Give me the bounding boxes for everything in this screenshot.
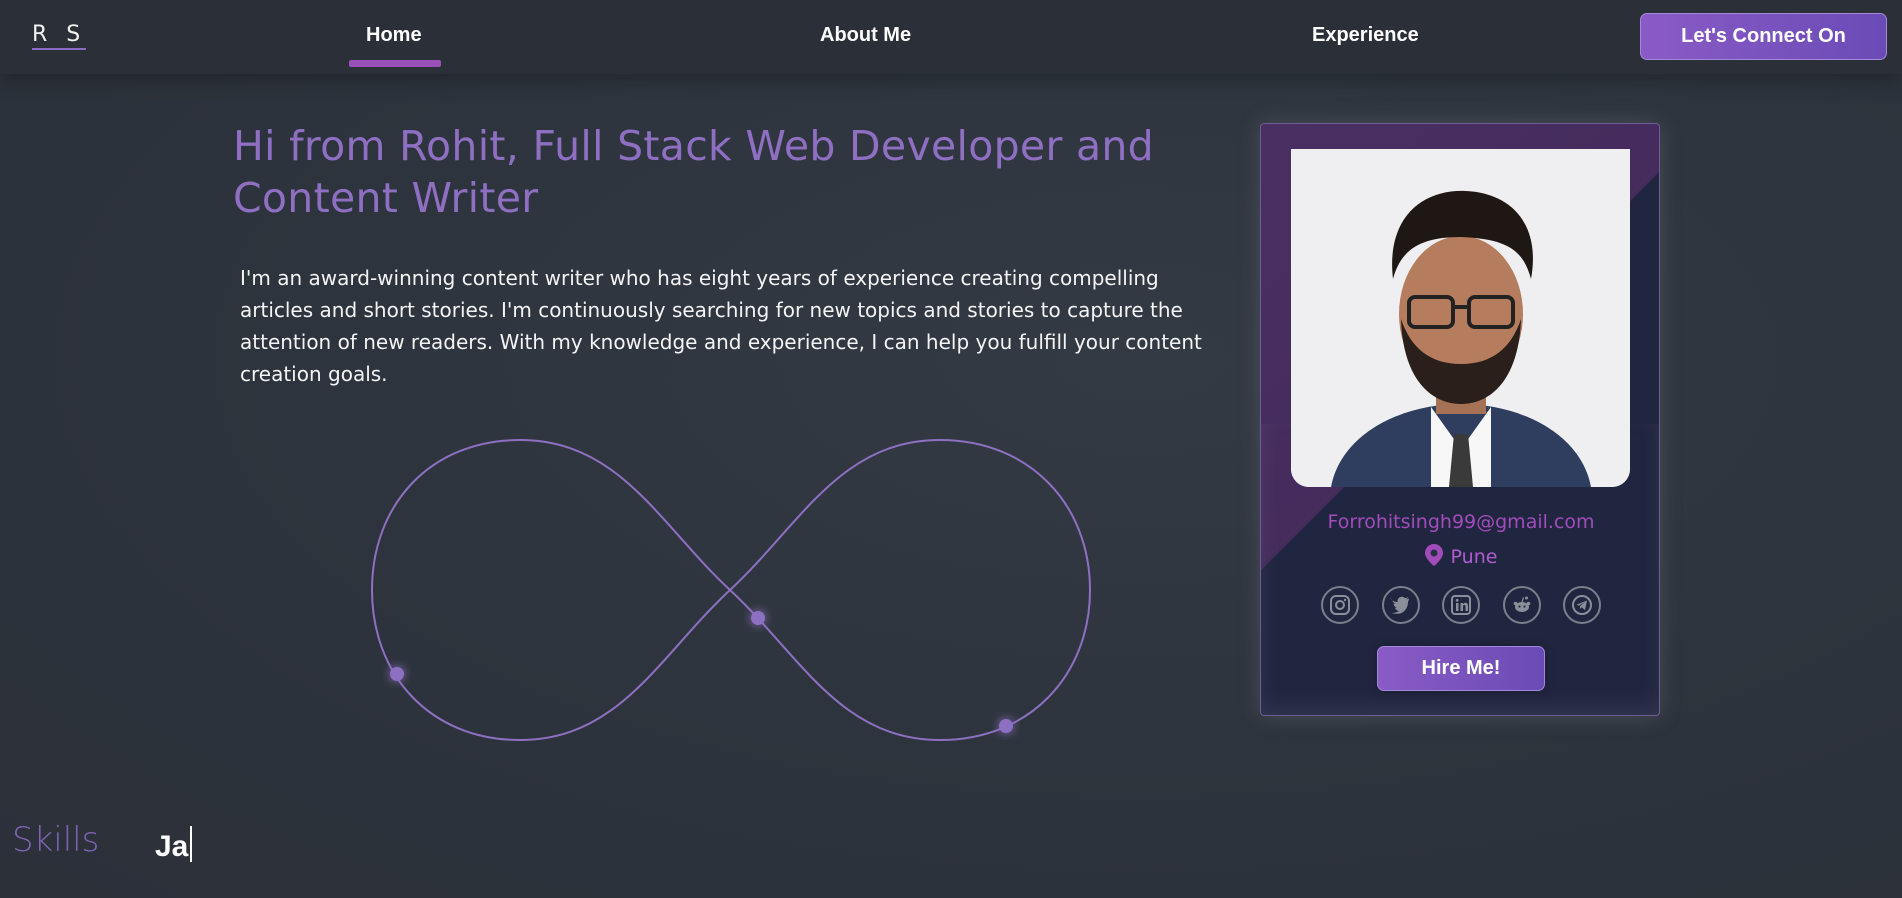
connect-button[interactable]: Let's Connect On [1640,13,1887,60]
infinity-path [370,438,1092,742]
page: R S Home About Me Experience Let's Conne… [0,0,1902,898]
nav-link-experience[interactable]: Experience [1312,24,1419,47]
skills-typewriter: Ja [155,826,193,864]
skills-typed-text: Ja [155,830,189,863]
nav-link-about[interactable]: About Me [820,24,911,47]
instagram-icon[interactable] [1321,586,1359,624]
infinity-graphic [370,438,1092,742]
skills-heading: Skills [12,820,100,860]
text-cursor [190,826,193,862]
logo[interactable]: R S [32,22,87,50]
social-links [1321,586,1601,624]
hero-description: I'm an award-winning content writer who … [240,266,1202,386]
location: Pune [1261,544,1659,568]
twitter-icon[interactable] [1381,586,1420,624]
avatar [1291,149,1630,487]
navbar: R S Home About Me Experience Let's Conne… [0,0,1902,74]
hero-title: Hi from Rohit, Full Stack Web Developer … [233,122,1154,222]
profile-card: Forrohitsingh99@gmail.com Pune Hire Me! [1260,123,1660,716]
linkedin-icon[interactable] [1442,586,1480,624]
location-text: Pune [1450,546,1498,568]
orbit-dot [751,611,765,625]
profile-photo [1291,149,1630,487]
telegram-icon[interactable] [1563,586,1601,624]
nav-link-home[interactable]: Home [366,24,422,47]
hire-me-button[interactable]: Hire Me! [1377,646,1545,691]
location-pin-icon [1424,544,1443,566]
email-link[interactable]: Forrohitsingh99@gmail.com [1261,511,1659,533]
active-tab-indicator [349,60,441,67]
orbit-dot [999,719,1013,733]
orbit-dot [390,667,404,681]
reddit-icon[interactable] [1502,586,1541,624]
